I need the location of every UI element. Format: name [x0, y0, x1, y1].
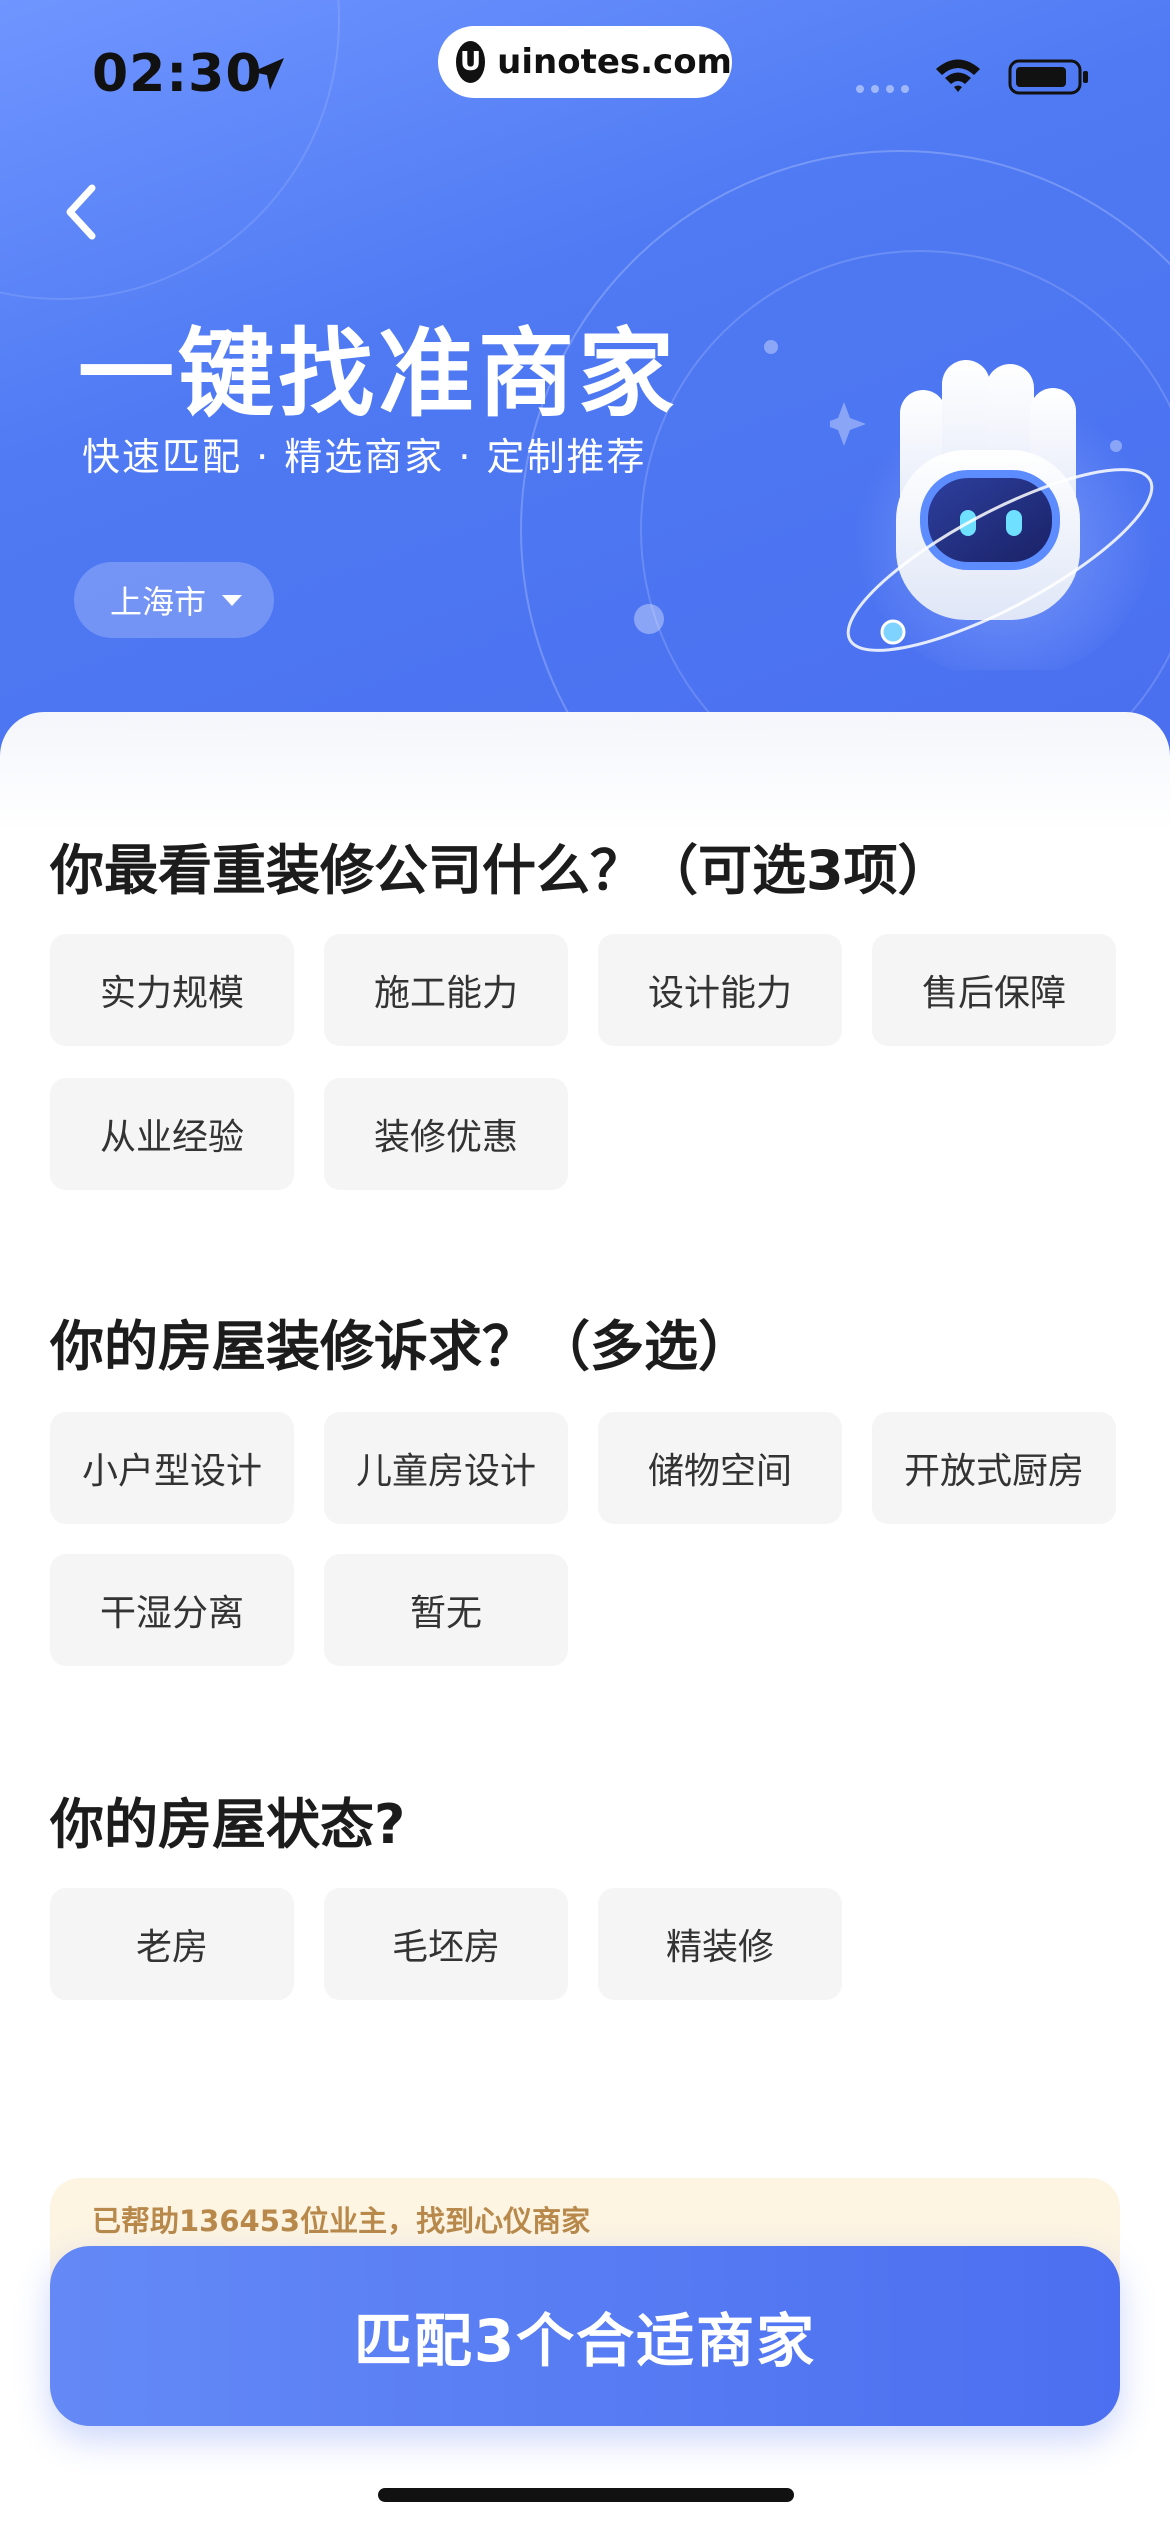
option-chip[interactable]: 儿童房设计 — [324, 1412, 568, 1524]
option-chip[interactable]: 小户型设计 — [50, 1412, 294, 1524]
option-chip[interactable]: 毛坯房 — [324, 1888, 568, 2000]
status-time: 02:30 — [92, 44, 263, 104]
home-indicator[interactable] — [378, 2488, 794, 2502]
option-chip[interactable]: 储物空间 — [598, 1412, 842, 1524]
uinotes-logo-icon: U — [456, 41, 486, 83]
option-chip[interactable]: 装修优惠 — [324, 1078, 568, 1190]
battery-icon — [1008, 59, 1088, 95]
option-chip[interactable]: 从业经验 — [50, 1078, 294, 1190]
helper-text: 已帮助136453位业主，找到心仪商家 — [92, 2204, 591, 2238]
option-chip[interactable]: 设计能力 — [598, 934, 842, 1046]
caret-down-icon — [222, 594, 243, 606]
back-chevron-icon[interactable] — [58, 180, 108, 244]
section-title-priority: 你最看重装修公司什么？（可选3项） — [50, 839, 952, 902]
option-chip[interactable]: 精装修 — [598, 1888, 842, 2000]
url-text: uinotes.com — [497, 42, 732, 82]
url-pill[interactable]: U uinotes.com — [438, 26, 732, 98]
decor-dot — [764, 340, 778, 354]
option-chip[interactable]: 售后保障 — [872, 934, 1116, 1046]
option-chip[interactable]: 实力规模 — [50, 934, 294, 1046]
city-selector[interactable]: 上海市 — [74, 562, 274, 638]
decor-dot — [634, 604, 664, 634]
wifi-icon — [936, 59, 980, 92]
city-label: 上海市 — [110, 583, 207, 621]
option-chip[interactable]: 暂无 — [324, 1554, 568, 1666]
location-arrow-icon — [252, 58, 284, 90]
robot-mascot — [830, 360, 1155, 670]
option-chip[interactable]: 施工能力 — [324, 934, 568, 1046]
option-chip[interactable]: 开放式厨房 — [872, 1412, 1116, 1524]
match-button[interactable]: 匹配3个合适商家 — [50, 2246, 1120, 2426]
section-title-needs: 你的房屋装修诉求？（多选） — [50, 1315, 752, 1378]
page-subtitle: 快速匹配 · 精选商家 · 定制推荐 — [82, 435, 647, 479]
page-title: 一键找准商家 — [78, 318, 678, 430]
option-chip[interactable]: 干湿分离 — [50, 1554, 294, 1666]
section-title-house-state: 你的房屋状态? — [50, 1793, 406, 1856]
hero-banner: 02:30 U uinotes.com 一键找准商家 快速匹配 · 精选商家 ·… — [0, 0, 1170, 760]
option-chip[interactable]: 老房 — [50, 1888, 294, 2000]
signal-icon — [856, 85, 909, 93]
